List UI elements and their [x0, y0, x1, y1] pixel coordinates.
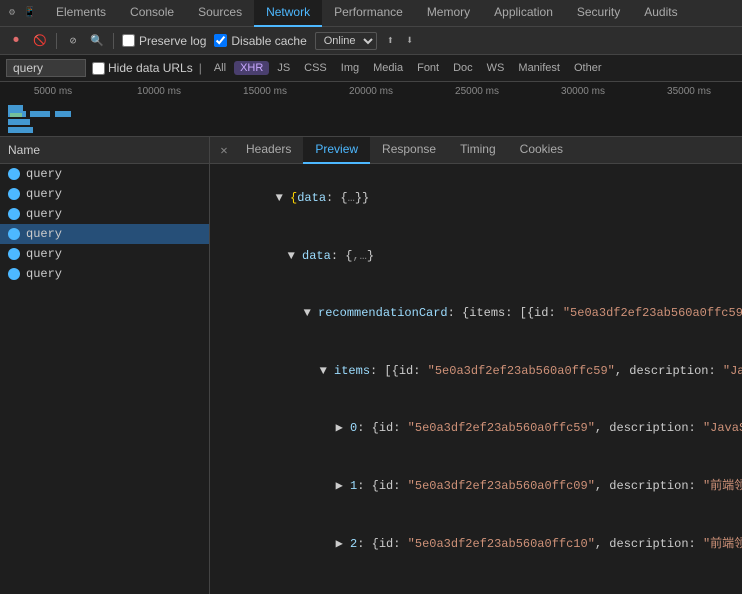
tab-timing[interactable]: Timing	[448, 137, 508, 164]
collapse-icon[interactable]: ▼	[320, 364, 334, 378]
request-icon	[8, 268, 20, 280]
filter-all-button[interactable]: All	[208, 61, 232, 75]
tab-elements[interactable]: Elements	[44, 0, 118, 27]
preserve-log-label[interactable]: Preserve log	[122, 34, 206, 48]
filter-css-button[interactable]: CSS	[298, 61, 333, 75]
tab-audits[interactable]: Audits	[632, 0, 689, 27]
tab-network[interactable]: Network	[254, 0, 322, 27]
list-item[interactable]: query	[0, 184, 209, 204]
tab-performance[interactable]: Performance	[322, 0, 415, 27]
preserve-log-checkbox[interactable]	[122, 34, 135, 47]
expand-icon[interactable]: ▶	[336, 537, 350, 551]
timeline-panel[interactable]: 5000 ms 10000 ms 15000 ms 20000 ms 25000…	[0, 82, 742, 137]
timeline-labels: 5000 ms 10000 ms 15000 ms 20000 ms 25000…	[0, 82, 742, 97]
request-name: query	[26, 247, 205, 261]
tab-sources[interactable]: Sources	[186, 0, 254, 27]
timeline-label-0: 5000 ms	[0, 86, 106, 97]
list-item[interactable]: query	[0, 264, 209, 284]
request-name: query	[26, 167, 205, 181]
timeline-chart	[0, 101, 742, 136]
expand-icon[interactable]: ▶	[336, 479, 350, 493]
detail-panel: ✕ Headers Preview Response Timing Cookie…	[210, 137, 742, 594]
filter-xhr-button[interactable]: XHR	[234, 61, 269, 75]
request-list[interactable]: Name query query query query query query	[0, 137, 210, 594]
tab-security[interactable]: Security	[565, 0, 632, 27]
preview-line-0[interactable]: ▼ {data: {…}}	[214, 170, 738, 228]
devtools-icons: ⚙ 📱	[4, 5, 38, 21]
export-icon[interactable]: ⬇	[404, 33, 415, 48]
request-name: query	[26, 207, 205, 221]
filter-img-button[interactable]: Img	[335, 61, 365, 75]
preview-line-7[interactable]: ▶ 3: {id: "5e0a3df2ef23ab560a0ffbc8", de…	[214, 573, 738, 594]
timeline-label-3: 20000 ms	[318, 86, 424, 97]
request-icon	[8, 188, 20, 200]
request-name: query	[26, 187, 205, 201]
timeline-label-5: 30000 ms	[530, 86, 636, 97]
filter-media-button[interactable]: Media	[367, 61, 409, 75]
request-name: query	[26, 227, 205, 241]
list-item-selected[interactable]: query	[0, 224, 209, 244]
preview-line-5[interactable]: ▶ 1: {id: "5e0a3df2ef23ab560a0ffc09", de…	[214, 458, 738, 516]
tab-application[interactable]: Application	[482, 0, 565, 27]
toolbar-separator-1	[56, 33, 57, 49]
filter-font-button[interactable]: Font	[411, 61, 445, 75]
collapse-icon[interactable]: ▼	[288, 249, 302, 263]
collapse-icon[interactable]: ▼	[304, 306, 318, 320]
main-content: Name query query query query query query	[0, 137, 742, 594]
filter-manifest-button[interactable]: Manifest	[512, 61, 566, 75]
tab-headers[interactable]: Headers	[234, 137, 303, 164]
collapse-icon[interactable]: ▼	[276, 191, 290, 205]
tab-cookies[interactable]: Cookies	[508, 137, 575, 164]
record-button[interactable]: ⏺	[8, 33, 24, 49]
main-tab-bar: ⚙ 📱 Elements Console Sources Network Per…	[0, 0, 742, 27]
disable-cache-checkbox[interactable]	[214, 34, 227, 47]
tab-memory[interactable]: Memory	[415, 0, 482, 27]
tab-preview[interactable]: Preview	[303, 137, 370, 164]
preview-line-4[interactable]: ▶ 0: {id: "5e0a3df2ef23ab560a0ffc59", de…	[214, 400, 738, 458]
timeline-label-4: 25000 ms	[424, 86, 530, 97]
filter-type-buttons: All XHR JS CSS Img Media Font Doc WS Man…	[208, 61, 608, 75]
import-icon[interactable]: ⬆	[385, 33, 396, 48]
list-item[interactable]: query	[0, 204, 209, 224]
timeline-label-6: 35000 ms	[636, 86, 742, 97]
filter-bar: Hide data URLs | All XHR JS CSS Img Medi…	[0, 55, 742, 82]
hide-data-urls-label[interactable]: Hide data URLs	[92, 61, 193, 75]
expand-icon[interactable]: ▶	[336, 421, 350, 435]
list-item[interactable]: query	[0, 244, 209, 264]
preview-line-3[interactable]: ▼ items: [{id: "5e0a3df2ef23ab560a0ffc59…	[214, 343, 738, 401]
request-icon	[8, 228, 20, 240]
clear-button[interactable]: 🚫	[32, 33, 48, 49]
request-icon	[8, 168, 20, 180]
detail-tab-bar: ✕ Headers Preview Response Timing Cookie…	[210, 137, 742, 164]
disable-cache-label[interactable]: Disable cache	[214, 34, 306, 48]
request-icon	[8, 208, 20, 220]
devtools-icon: ⚙	[4, 5, 20, 21]
timeline-label-2: 15000 ms	[212, 86, 318, 97]
tab-console[interactable]: Console	[118, 0, 186, 27]
filter-icon[interactable]: ⊘	[65, 33, 81, 49]
network-toolbar: ⏺ 🚫 ⊘ 🔍 Preserve log Disable cache Onlin…	[0, 27, 742, 55]
toolbar-separator-2	[113, 33, 114, 49]
search-input[interactable]	[6, 59, 86, 77]
mobile-icon[interactable]: 📱	[22, 5, 38, 21]
request-icon	[8, 248, 20, 260]
filter-other-button[interactable]: Other	[568, 61, 608, 75]
request-list-header: Name	[0, 137, 209, 164]
timeline-label-1: 10000 ms	[106, 86, 212, 97]
filter-doc-button[interactable]: Doc	[447, 61, 479, 75]
request-name: query	[26, 267, 205, 281]
preview-line-2[interactable]: ▼ recommendationCard: {items: [{id: "5e0…	[214, 285, 738, 343]
filter-separator: |	[199, 61, 202, 75]
search-icon[interactable]: 🔍	[89, 33, 105, 49]
tab-response[interactable]: Response	[370, 137, 448, 164]
filter-js-button[interactable]: JS	[271, 61, 296, 75]
throttle-select[interactable]: Online	[315, 32, 377, 50]
preview-content[interactable]: ▼ {data: {…}} ▼ data: {,…} ▼ recommendat…	[210, 164, 742, 594]
hide-data-urls-checkbox[interactable]	[92, 62, 105, 75]
filter-ws-button[interactable]: WS	[481, 61, 511, 75]
preview-line-1[interactable]: ▼ data: {,…}	[214, 228, 738, 286]
list-item[interactable]: query	[0, 164, 209, 184]
preview-line-6[interactable]: ▶ 2: {id: "5e0a3df2ef23ab560a0ffc10", de…	[214, 515, 738, 573]
close-panel-button[interactable]: ✕	[214, 140, 234, 160]
